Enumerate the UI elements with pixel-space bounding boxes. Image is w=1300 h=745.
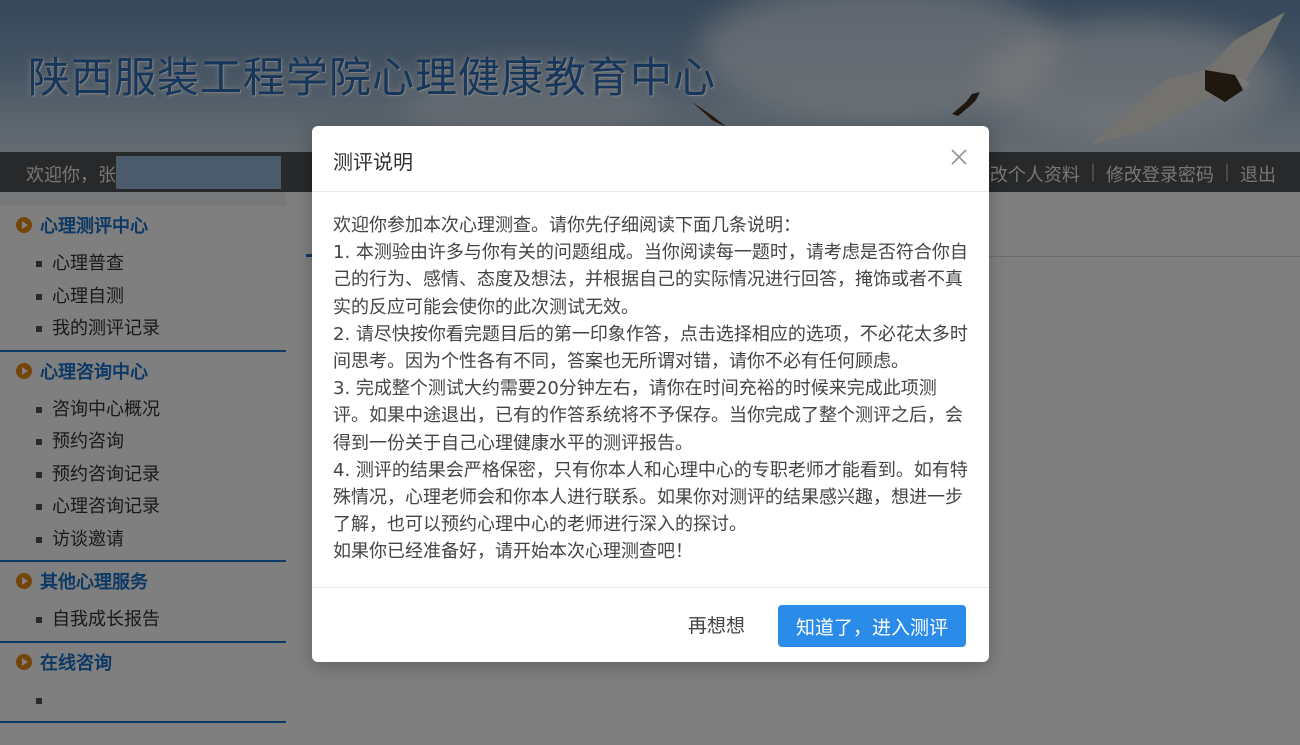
start-assessment-button[interactable]: 知道了，进入测评: [778, 605, 966, 647]
dialog-footer: 再想想 知道了，进入测评: [312, 588, 989, 660]
cancel-button[interactable]: 再想想: [678, 605, 755, 647]
instruction-item-3: 3. 完成整个测试大约需要20分钟左右，请你在时间充裕的时候来完成此项测评。如果…: [333, 378, 963, 454]
dialog-body: 欢迎你参加本次心理测查。请你先仔细阅读下面几条说明： 1. 本测验由许多与你有关…: [312, 192, 989, 588]
instruction-item-2: 2. 请尽快按你看完题目后的第一印象作答，点击选择相应的选项，不必花太多时间思考…: [333, 323, 968, 373]
dialog-header: 测评说明: [312, 126, 989, 192]
instruction-item-1: 1. 本测验由许多与你有关的问题组成。当你阅读每一题时，请考虑是否符合你自己的行…: [333, 242, 968, 318]
assessment-instructions-dialog: 测评说明 欢迎你参加本次心理测查。请你先仔细阅读下面几条说明： 1. 本测验由许…: [312, 126, 989, 662]
closing-paragraph: 如果你已经准备好，请开始本次心理测查吧！: [333, 541, 693, 563]
intro-paragraph: 欢迎你参加本次心理测查。请你先仔细阅读下面几条说明：: [333, 215, 801, 236]
dialog-title: 测评说明: [333, 150, 413, 174]
close-icon[interactable]: [949, 147, 969, 167]
instruction-item-4: 4. 测评的结果会严格保密，只有你本人和心理中心的专职老师才能看到。如有特殊情况…: [333, 459, 968, 536]
